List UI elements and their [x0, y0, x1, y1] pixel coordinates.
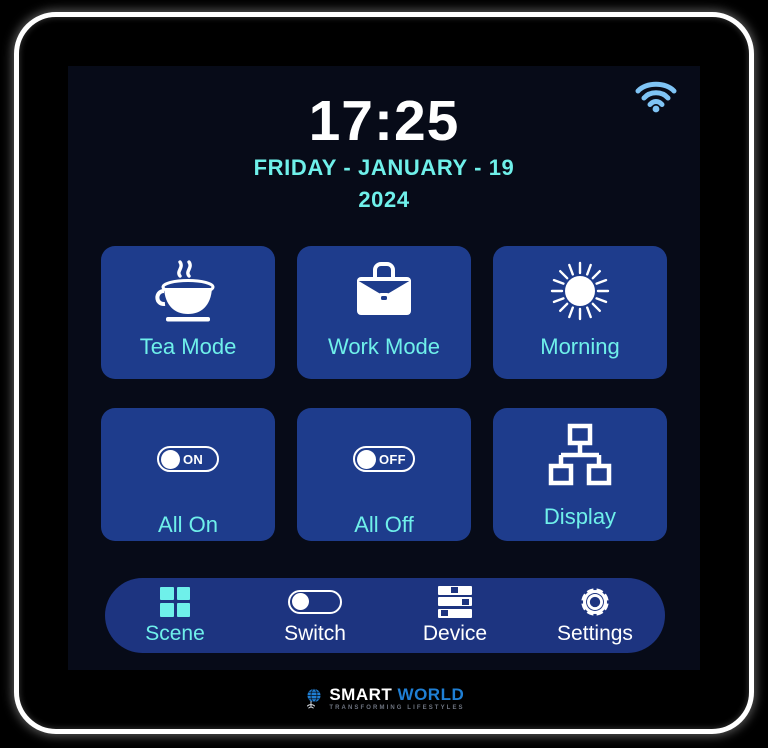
nav-item-scene[interactable]: Scene: [105, 578, 245, 653]
nav-item-label: Settings: [557, 621, 633, 645]
clock-date-line1: FRIDAY - JANUARY - 19: [253, 154, 515, 180]
toggle-state-text: OFF: [379, 451, 406, 467]
toggle-off-icon: OFF: [353, 428, 415, 490]
gear-icon: [579, 585, 611, 618]
briefcase-icon: [345, 254, 423, 332]
server-icon: [438, 585, 472, 618]
device-chassis: 17:25 FRIDAY - JANUARY - 19 2024 Tea Mod…: [0, 0, 768, 748]
toggle-state-text: ON: [183, 451, 204, 467]
scene-tile-all-off[interactable]: OFF All Off: [297, 408, 471, 541]
scene-tile-label: All On: [158, 512, 218, 537]
scene-tile-all-on[interactable]: ON All On: [101, 408, 275, 541]
scene-tile-label: All Off: [354, 512, 414, 537]
scene-tile-label: Tea Mode: [139, 334, 237, 359]
brand-words: SMART WORLD: [329, 686, 464, 703]
nav-item-label: Switch: [284, 621, 346, 645]
tea-cup-icon: [149, 254, 227, 332]
brand-word-world: WORLD: [397, 685, 465, 704]
brand-logo: SMART WORLD TRANSFORMING LIFESTYLES: [0, 686, 768, 711]
nav-item-label: Scene: [145, 621, 205, 645]
scene-tile-label: Morning: [540, 334, 620, 359]
scene-tile-tea-mode[interactable]: Tea Mode: [101, 246, 275, 379]
sun-icon: [541, 254, 619, 332]
nav-item-label: Device: [422, 621, 488, 645]
toggle-chip: OFF: [353, 446, 415, 472]
globe-wifi-icon: [307, 688, 321, 708]
scene-tile-grid: Tea Mode Work Mode Morning ON All On OFF…: [101, 246, 667, 541]
clock-block: 17:25 FRIDAY - JANUARY - 19 2024: [68, 89, 700, 216]
scene-tile-display[interactable]: Display: [493, 408, 667, 541]
nav-item-switch[interactable]: Switch: [245, 578, 385, 653]
clock-time: 17:25: [308, 89, 460, 153]
bottom-nav-bar: Scene Switch Device Settings: [105, 578, 665, 653]
nav-item-device[interactable]: Device: [385, 578, 525, 653]
brand-text: SMART WORLD TRANSFORMING LIFESTYLES: [329, 686, 464, 711]
nav-item-settings[interactable]: Settings: [525, 578, 665, 653]
hierarchy-icon: [545, 420, 615, 490]
toggle-knob: [357, 449, 376, 469]
scene-tile-work-mode[interactable]: Work Mode: [297, 246, 471, 379]
scene-tile-label: Display: [543, 504, 617, 529]
toggle-icon: [288, 586, 342, 618]
brand-tagline: TRANSFORMING LIFESTYLES: [329, 705, 465, 711]
clock-date-year: 2024: [358, 186, 410, 212]
scene-tile-label: Work Mode: [327, 334, 441, 359]
grid-icon: [160, 586, 190, 618]
toggle-knob: [161, 449, 180, 469]
brand-word-smart: SMART: [329, 685, 393, 704]
scene-tile-morning[interactable]: Morning: [493, 246, 667, 379]
toggle-on-icon: ON: [157, 428, 219, 490]
toggle-chip: ON: [157, 446, 219, 472]
touch-panel-screen: 17:25 FRIDAY - JANUARY - 19 2024 Tea Mod…: [68, 66, 700, 670]
